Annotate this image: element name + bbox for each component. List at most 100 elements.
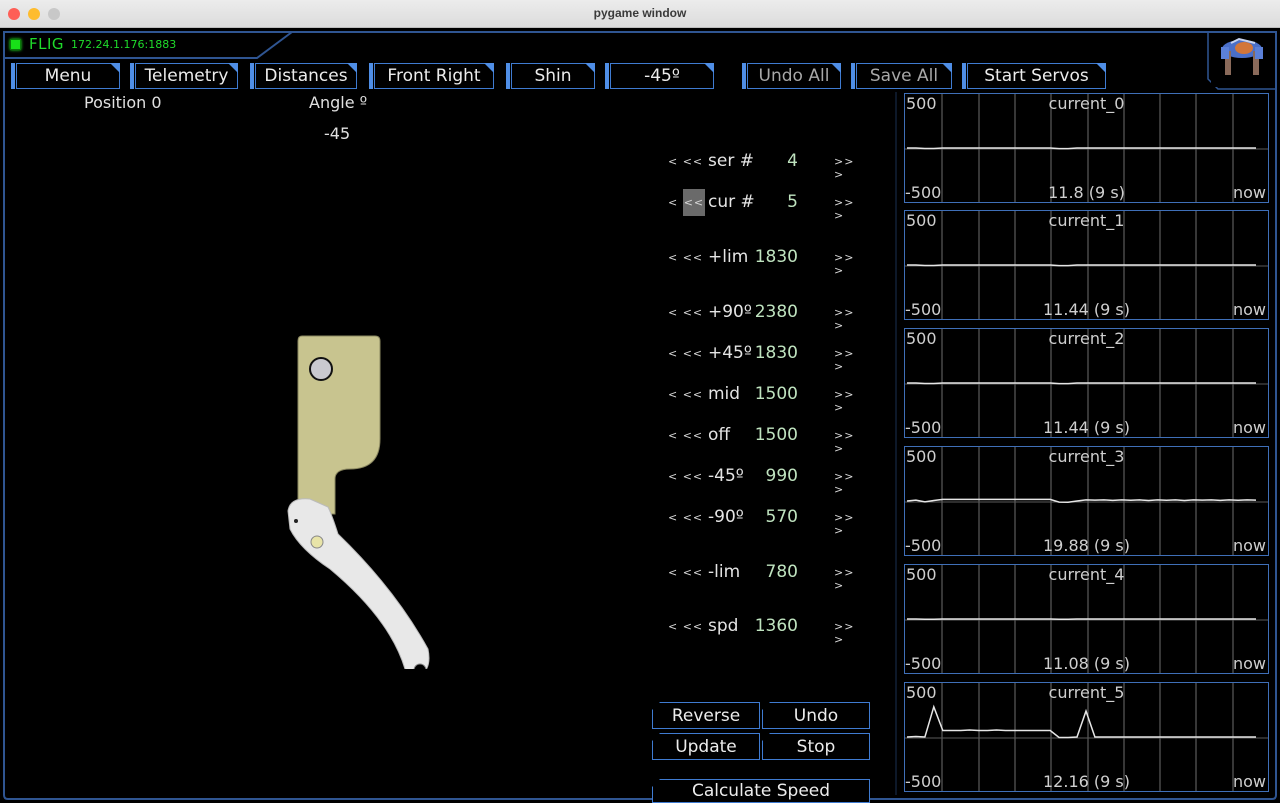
app-window: pygame window FLIG 172.24.1.176:1883 Men… [0, 0, 1280, 803]
param-value[interactable]: 4 [787, 151, 798, 171]
chart-title: current_5 [1048, 683, 1125, 702]
param-value[interactable]: 570 [766, 507, 798, 527]
param-name: spd [708, 616, 739, 636]
chart-title: current_2 [1048, 329, 1125, 348]
decrement-arrows[interactable]: < << [668, 620, 703, 633]
increment-mid-button[interactable]: >> > [834, 388, 868, 414]
chart-current-2: 500 current_2 -500 11.44 (9 s) now [904, 328, 1269, 438]
title-bar: pygame window [0, 0, 1280, 28]
x-now-label: now [1232, 418, 1266, 437]
x-now-label: now [1232, 772, 1266, 791]
increment-off-button[interactable]: >> > [834, 429, 868, 455]
robot-avatar-icon [1211, 33, 1273, 87]
decrement-off-button[interactable]: < << [668, 429, 703, 442]
tab-distances[interactable]: Distances [250, 63, 357, 89]
decrement-large-highlight[interactable]: << [682, 189, 706, 216]
undo-button[interactable]: Undo [762, 702, 870, 729]
decrement-arrows[interactable]: < << [668, 388, 703, 401]
x-now-label: now [1232, 183, 1266, 202]
chart-stat: 11.44 (9 s) [1043, 300, 1130, 319]
param-row: < << -lim 780 >> > [668, 562, 868, 592]
angle-label: Angle º [309, 93, 368, 112]
save-all-button[interactable]: Save All [851, 63, 952, 89]
decrement-arrows[interactable]: < << [668, 566, 703, 579]
param-value[interactable]: 5 [787, 192, 798, 212]
decrement-spd-button[interactable]: < << [668, 620, 703, 633]
robot-name: FLIG [29, 35, 65, 53]
decrement-minus90-button[interactable]: < << [668, 511, 703, 524]
param-value[interactable]: 1830 [755, 247, 798, 267]
thigh-segment [297, 335, 381, 515]
param-row: < << +90º 2380 >> > [668, 302, 868, 332]
param-value[interactable]: 1830 [755, 343, 798, 363]
param-name: off [708, 425, 731, 445]
chart-current-1: 500 current_1 -500 11.44 (9 s) now [904, 210, 1269, 320]
chart-current-0: 500 current_0 -500 11.8 (9 s) now [904, 93, 1269, 203]
decrement-arrows[interactable]: < << [668, 347, 703, 360]
series-line-current_0 [907, 147, 1256, 150]
increment-ser-button[interactable]: >> > [834, 155, 868, 181]
increment-minus45-button[interactable]: >> > [834, 470, 868, 496]
param-name: -45º [708, 466, 744, 486]
reverse-button[interactable]: Reverse [652, 702, 760, 729]
decrement-arrows[interactable]: < << [668, 155, 703, 168]
calculate-speed-button[interactable]: Calculate Speed [652, 779, 870, 803]
decrement-arrows[interactable]: < << [668, 511, 703, 524]
series-line-current_5 [906, 704, 1256, 739]
start-servos-button[interactable]: Start Servos [962, 63, 1106, 89]
increment-minus90-button[interactable]: >> > [834, 511, 868, 537]
param-name: -lim [708, 562, 741, 582]
tab-telemetry[interactable]: Telemetry [130, 63, 238, 89]
series-line-current_1 [907, 264, 1256, 267]
tab-menu[interactable]: Menu [11, 63, 120, 89]
knee-joint-icon [310, 535, 324, 549]
increment-cur-button[interactable]: >> > [834, 196, 868, 222]
increment-pluslim-button[interactable]: >> > [834, 251, 868, 277]
decrement-plus90-button[interactable]: < << [668, 306, 703, 319]
decrement-arrows[interactable]: < << [668, 429, 703, 442]
decrement-minuslim-button[interactable]: < << [668, 566, 703, 579]
leg-visualization [287, 335, 430, 669]
decrement-ser-button[interactable]: < << [668, 155, 703, 168]
window-title: pygame window [593, 6, 687, 20]
chart-current-4: 500 current_4 -500 11.08 (9 s) now [904, 564, 1269, 674]
decrement-cur-button[interactable]: < << [668, 189, 706, 216]
x-now-label: now [1232, 536, 1266, 555]
chart-stat: 11.44 (9 s) [1043, 418, 1130, 437]
undo-all-button[interactable]: Undo All [742, 63, 841, 89]
param-value[interactable]: 2380 [755, 302, 798, 322]
decrement-plus45-button[interactable]: < << [668, 347, 703, 360]
update-button[interactable]: Update [652, 733, 760, 760]
param-value[interactable]: 1360 [755, 616, 798, 636]
param-row: < << +lim 1830 >> > [668, 247, 868, 277]
param-value[interactable]: 780 [766, 562, 798, 582]
decrement-mid-button[interactable]: < << [668, 388, 703, 401]
decrement-pluslim-button[interactable]: < << [668, 251, 703, 264]
tab-shin[interactable]: Shin [506, 63, 595, 89]
param-name: mid [708, 384, 741, 404]
increment-minuslim-button[interactable]: >> > [834, 566, 868, 592]
decrement-arrows[interactable]: < << [668, 470, 703, 483]
increment-plus90-button[interactable]: >> > [834, 306, 868, 332]
increment-plus45-button[interactable]: >> > [834, 347, 868, 373]
param-row: < << -90º 570 >> > [668, 507, 868, 537]
stop-button[interactable]: Stop [762, 733, 870, 760]
decrement-arrows[interactable]: < << [668, 306, 703, 319]
param-name: +lim [708, 247, 749, 267]
position-label: Position 0 [84, 93, 162, 112]
broker-address: 172.24.1.176:1883 [71, 37, 177, 51]
decrement-arrows[interactable]: < << [668, 251, 703, 264]
decrement-minus45-button[interactable]: < << [668, 470, 703, 483]
param-row: < << -45º 990 >> > [668, 466, 868, 496]
param-name: -90º [708, 507, 744, 527]
increment-spd-button[interactable]: >> > [834, 620, 868, 646]
param-value[interactable]: 1500 [755, 384, 798, 404]
tab-angle[interactable]: -45º [605, 63, 714, 89]
chart-stat: 12.16 (9 s) [1043, 772, 1130, 791]
x-now-label: now [1232, 654, 1266, 673]
chart-title: current_3 [1048, 447, 1125, 466]
chart-title: current_0 [1048, 94, 1125, 113]
param-value[interactable]: 1500 [755, 425, 798, 445]
param-value[interactable]: 990 [766, 466, 798, 486]
tab-front-right[interactable]: Front Right [369, 63, 494, 89]
